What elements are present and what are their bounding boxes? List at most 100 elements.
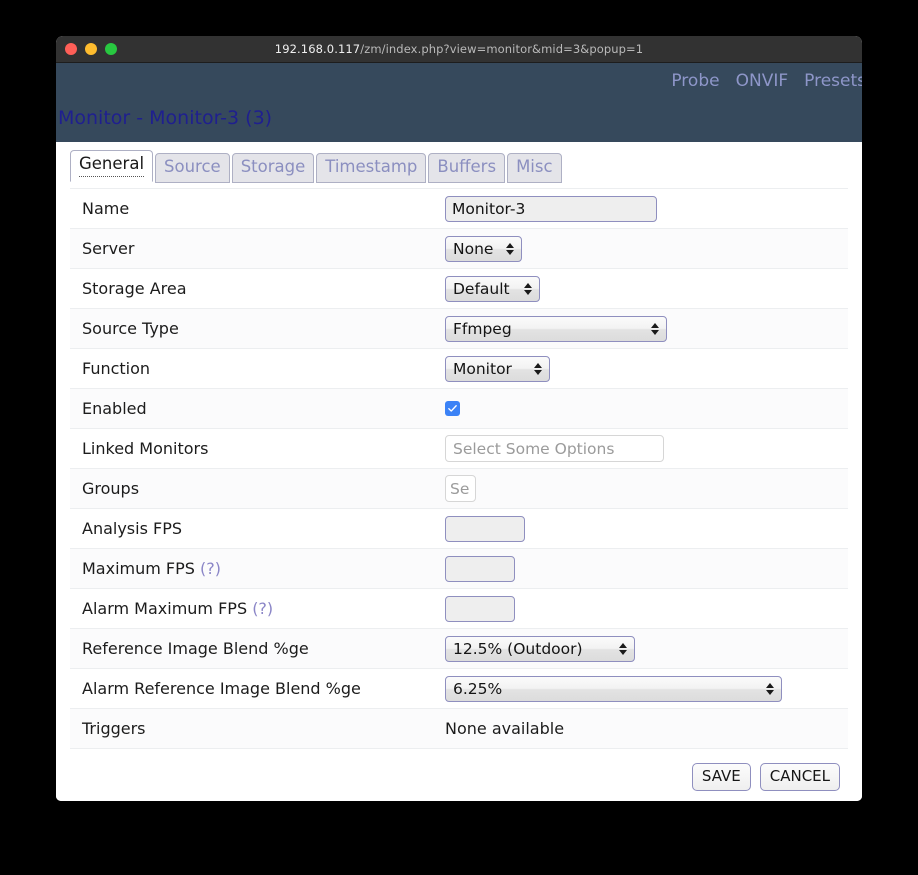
label-server: Server	[82, 239, 135, 258]
url-bar[interactable]: 192.168.0.117/zm/index.php?view=monitor&…	[56, 42, 862, 56]
alarm-reference-image-blend-select[interactable]: 6.25%	[445, 675, 782, 702]
field-reference-image-blend: 12.5% (Outdoor)	[445, 635, 848, 662]
tab-storage[interactable]: Storage	[231, 153, 315, 183]
storage-area-select[interactable]: Default	[445, 275, 540, 302]
tab-bar: General Source Storage Timestamp Buffers…	[56, 142, 862, 183]
label-name: Name	[82, 199, 130, 218]
groups-input[interactable]	[445, 475, 476, 502]
form-row-storage-area: Storage Area Default	[70, 269, 848, 309]
form-row-source-type: Source Type Ffmpeg	[70, 309, 848, 349]
browser-titlebar: 192.168.0.117/zm/index.php?view=monitor&…	[56, 36, 862, 63]
url-host: 192.168.0.117	[274, 42, 361, 56]
maximum-fps-help-icon[interactable]: (?)	[200, 559, 221, 578]
close-button[interactable]	[65, 43, 77, 55]
tab-source-label: Source	[164, 157, 221, 177]
label-source-type: Source Type	[82, 319, 179, 338]
field-maximum-fps	[445, 555, 848, 582]
reference-image-blend-value: 12.5% (Outdoor)	[453, 639, 583, 658]
analysis-fps-input[interactable]	[445, 515, 525, 542]
monitor-settings-form: Name Server None Storage Area	[70, 188, 848, 749]
form-row-linked-monitors: Linked Monitors	[70, 429, 848, 469]
form-row-enabled: Enabled	[70, 389, 848, 429]
browser-window: 192.168.0.117/zm/index.php?view=monitor&…	[56, 36, 862, 801]
form-row-maximum-fps: Maximum FPS (?)	[70, 549, 848, 589]
window-controls	[65, 43, 117, 55]
label-maximum-fps-text: Maximum FPS	[82, 559, 195, 578]
label-enabled: Enabled	[82, 399, 147, 418]
chevron-updown-icon	[524, 281, 533, 297]
storage-area-select-value: Default	[453, 279, 510, 298]
chevron-updown-icon	[619, 641, 628, 657]
field-enabled	[445, 401, 848, 416]
maximize-button[interactable]	[105, 43, 117, 55]
nav-link-onvif[interactable]: ONVIF	[736, 71, 789, 91]
page-content: Probe ONVIF Presets Monitor - Monitor-3 …	[56, 63, 862, 801]
tab-storage-label: Storage	[240, 157, 306, 177]
form-actions: SAVE CANCEL	[70, 763, 848, 791]
form-row-alarm-maximum-fps: Alarm Maximum FPS (?)	[70, 589, 848, 629]
label-alarm-maximum-fps-text: Alarm Maximum FPS	[82, 599, 248, 618]
server-select[interactable]: None	[445, 235, 522, 262]
check-icon	[448, 405, 457, 412]
form-row-alarm-reference-image-blend: Alarm Reference Image Blend %ge 6.25%	[70, 669, 848, 709]
label-reference-image-blend: Reference Image Blend %ge	[82, 639, 309, 658]
label-alarm-reference-image-blend: Alarm Reference Image Blend %ge	[82, 679, 361, 698]
tab-timestamp[interactable]: Timestamp	[316, 153, 427, 183]
label-storage-area: Storage Area	[82, 279, 187, 298]
reference-image-blend-select[interactable]: 12.5% (Outdoor)	[445, 635, 635, 662]
chevron-updown-icon	[766, 681, 775, 697]
field-source-type: Ffmpeg	[445, 315, 848, 342]
triggers-value: None available	[445, 719, 565, 738]
label-groups: Groups	[82, 479, 140, 498]
field-triggers: None available	[445, 719, 848, 738]
cancel-button[interactable]: CANCEL	[759, 763, 840, 791]
label-alarm-maximum-fps: Alarm Maximum FPS (?)	[70, 599, 445, 618]
source-type-select[interactable]: Ffmpeg	[445, 315, 667, 342]
field-alarm-reference-image-blend: 6.25%	[445, 675, 848, 702]
linked-monitors-input[interactable]	[445, 435, 664, 462]
server-select-value: None	[453, 239, 494, 258]
field-storage-area: Default	[445, 275, 848, 302]
label-analysis-fps: Analysis FPS	[82, 519, 183, 538]
field-analysis-fps	[445, 515, 848, 542]
alarm-maximum-fps-help-icon[interactable]: (?)	[252, 599, 273, 618]
chevron-updown-icon	[506, 241, 515, 257]
label-triggers: Triggers	[82, 719, 146, 738]
tab-timestamp-label: Timestamp	[325, 157, 418, 177]
field-alarm-maximum-fps	[445, 595, 848, 622]
tab-misc[interactable]: Misc	[507, 153, 562, 183]
nav-link-presets[interactable]: Presets	[804, 71, 862, 91]
minimize-button[interactable]	[85, 43, 97, 55]
function-select-value: Monitor	[453, 359, 512, 378]
form-row-triggers: Triggers None available	[70, 709, 848, 749]
label-maximum-fps: Maximum FPS (?)	[70, 559, 445, 578]
label-linked-monitors: Linked Monitors	[82, 439, 209, 458]
chevron-updown-icon	[534, 361, 543, 377]
field-groups	[445, 475, 848, 502]
tab-active-underline	[79, 176, 145, 177]
enabled-checkbox[interactable]	[445, 401, 460, 416]
source-type-select-value: Ffmpeg	[453, 319, 512, 338]
function-select[interactable]: Monitor	[445, 355, 550, 382]
alarm-maximum-fps-input[interactable]	[445, 595, 515, 622]
tab-source[interactable]: Source	[155, 153, 230, 183]
form-row-server: Server None	[70, 229, 848, 269]
tab-misc-label: Misc	[516, 157, 553, 177]
alarm-reference-image-blend-value: 6.25%	[453, 679, 503, 698]
label-function: Function	[82, 359, 151, 378]
form-row-name: Name	[70, 189, 848, 229]
save-button[interactable]: SAVE	[691, 763, 751, 791]
form-row-reference-image-blend: Reference Image Blend %ge 12.5% (Outdoor…	[70, 629, 848, 669]
chevron-updown-icon	[651, 321, 660, 337]
form-row-groups: Groups	[70, 469, 848, 509]
tab-general[interactable]: General	[70, 150, 154, 182]
name-input[interactable]	[445, 195, 657, 222]
page-title: Monitor - Monitor-3 (3)	[58, 107, 273, 129]
maximum-fps-input[interactable]	[445, 555, 515, 582]
field-linked-monitors	[445, 435, 848, 462]
field-server: None	[445, 235, 848, 262]
tab-general-label: General	[79, 154, 145, 174]
nav-link-probe[interactable]: Probe	[671, 71, 719, 91]
tab-buffers[interactable]: Buffers	[428, 153, 506, 183]
form-row-analysis-fps: Analysis FPS	[70, 509, 848, 549]
